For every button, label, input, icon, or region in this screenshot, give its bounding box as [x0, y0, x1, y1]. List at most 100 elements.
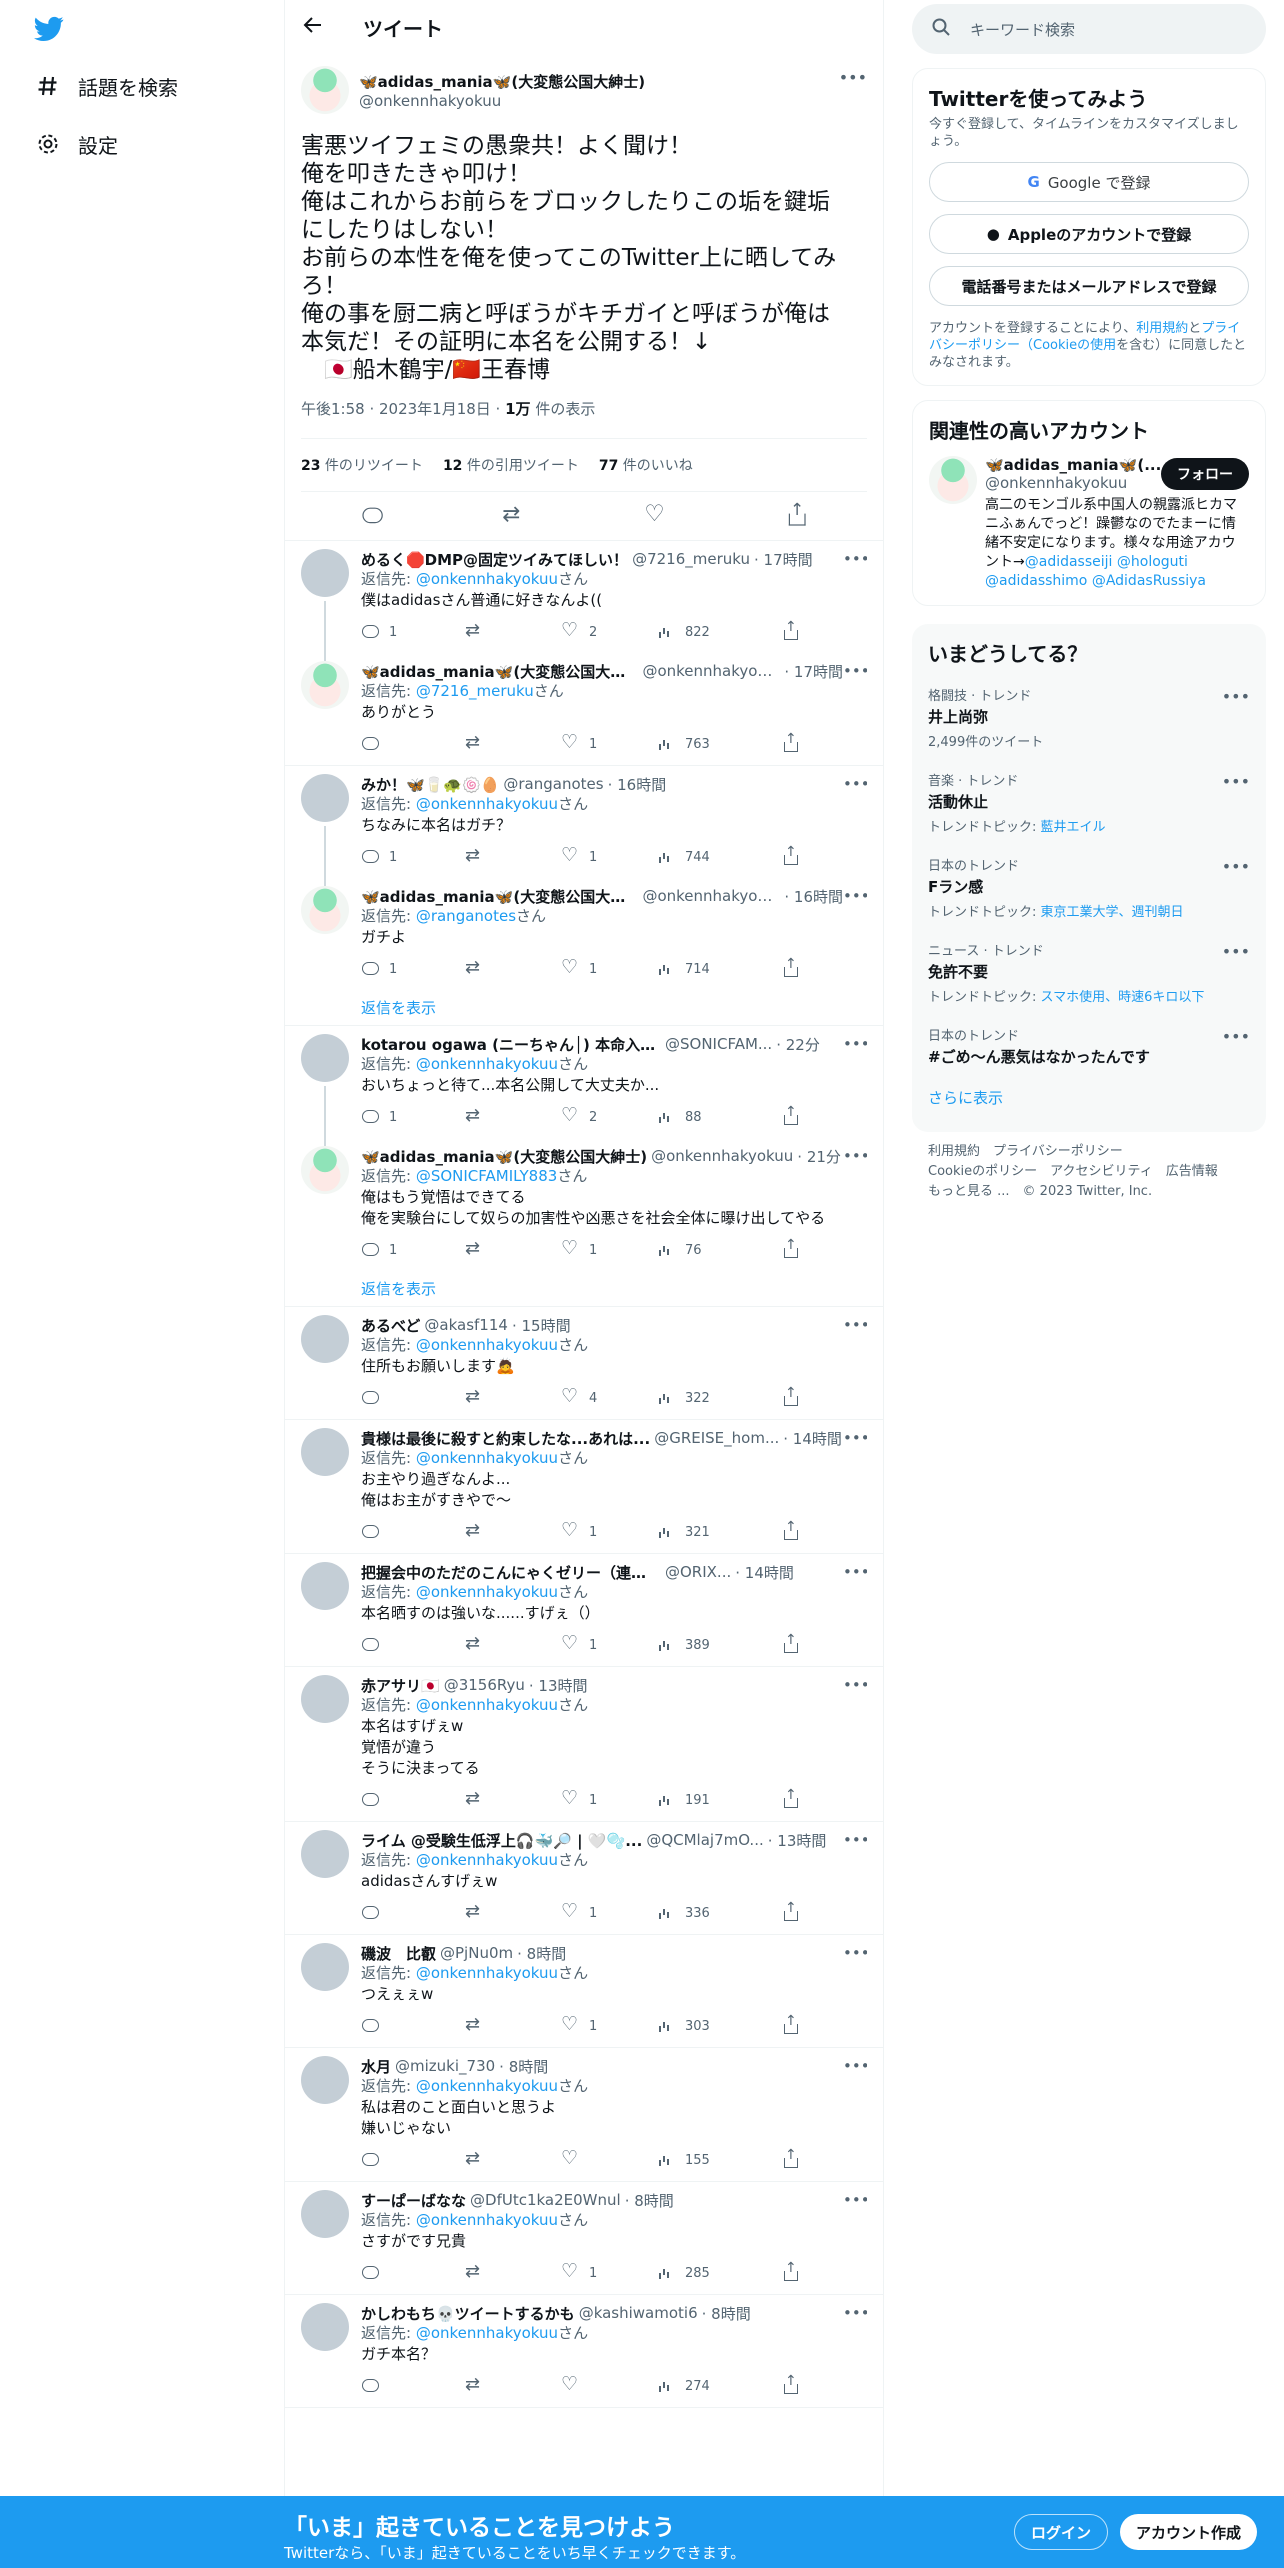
- retweet-button[interactable]: [465, 2014, 561, 2035]
- reply-time[interactable]: · 17時間: [754, 549, 813, 569]
- reply-button[interactable]: [361, 2151, 465, 2169]
- reply-author-handle[interactable]: @kashiwamoti6: [579, 2304, 698, 2322]
- views-button[interactable]: 285: [657, 2264, 781, 2282]
- like-icon[interactable]: [644, 500, 666, 526]
- like-button[interactable]: [561, 2373, 657, 2395]
- reply-author-handle[interactable]: @akasf114: [424, 1316, 508, 1334]
- login-button[interactable]: ログイン: [1014, 2514, 1109, 2550]
- trends-show-more[interactable]: さらに表示: [928, 1077, 1250, 1118]
- reply-author-name[interactable]: 水月: [361, 2056, 391, 2076]
- more-icon[interactable]: •••: [1222, 857, 1250, 876]
- show-replies-link[interactable]: 返信を表示: [285, 990, 883, 1026]
- avatar[interactable]: [301, 1830, 349, 1878]
- retweet-button[interactable]: [465, 2261, 561, 2282]
- reply-author-handle[interactable]: @ORIX...: [665, 1563, 731, 1581]
- reply-author-name[interactable]: 把握会中のただのこんにゃくゼリー（連敗街道...: [361, 1562, 661, 1582]
- views-button[interactable]: 155: [657, 2151, 781, 2169]
- retweet-button[interactable]: [465, 1520, 561, 1541]
- reply-button[interactable]: [361, 1523, 465, 1541]
- more-icon[interactable]: •••: [843, 662, 867, 680]
- reply-author-name[interactable]: すーぱーばなな: [361, 2190, 466, 2210]
- avatar[interactable]: [301, 1315, 349, 1363]
- reply-time[interactable]: · 13時間: [529, 1675, 588, 1695]
- apple-signup-button[interactable]: ● Appleのアカウントで登録: [929, 214, 1249, 254]
- trend-item[interactable]: 音楽 · トレンド 活動休止 トレンドトピック: 藍井エイル •••: [928, 760, 1250, 845]
- reply-button[interactable]: [361, 735, 465, 753]
- reply-to-handle[interactable]: @onkennhakyokuu: [416, 2077, 558, 2095]
- share-button[interactable]: [781, 1900, 799, 1922]
- reply-button[interactable]: 1: [361, 1241, 465, 1259]
- nav-settings[interactable]: 設定: [36, 124, 118, 164]
- views-button[interactable]: 321: [657, 1523, 781, 1541]
- reply-time[interactable]: · 13時間: [768, 1830, 827, 1850]
- reply-tweet[interactable]: kotarou ogawa (ニーちゃん│) 本命入試ま... @SONICFAM…: [285, 1026, 883, 1138]
- share-button[interactable]: [781, 956, 799, 978]
- footer-terms[interactable]: 利用規約: [928, 1144, 980, 1159]
- avatar[interactable]: [301, 2303, 349, 2351]
- share-icon[interactable]: [785, 500, 807, 527]
- reply-author-name[interactable]: 🦋adidas_mania🦋(大変態公国大紳士): [361, 1146, 647, 1166]
- avatar[interactable]: [301, 1675, 349, 1723]
- reply-author-handle[interactable]: @ranganotes: [503, 775, 603, 793]
- more-icon[interactable]: •••: [843, 1429, 867, 1447]
- search-input[interactable]: キーワード検索: [970, 19, 1075, 40]
- reply-author-handle[interactable]: @SONICFAM...: [665, 1035, 772, 1053]
- more-icon[interactable]: •••: [1222, 1027, 1250, 1046]
- search-box[interactable]: キーワード検索: [912, 4, 1266, 54]
- reply-author-name[interactable]: 貴様は最後に殺すと約束したな...あれは...: [361, 1428, 650, 1448]
- trend-item[interactable]: 日本のトレンド Fラン感 トレンドトピック: 東京工業大学、週刊朝日 •••: [928, 845, 1250, 930]
- share-button[interactable]: [781, 2013, 799, 2035]
- avatar[interactable]: [301, 661, 349, 709]
- reply-button[interactable]: 1: [361, 623, 465, 641]
- footer-accessibility[interactable]: アクセシビリティ: [1050, 1164, 1153, 1179]
- reply-to-handle[interactable]: @SONICFAMILY883: [416, 1167, 557, 1185]
- trend-item[interactable]: 日本のトレンド #ごめ〜ん悪気はなかったんです •••: [928, 1015, 1250, 1077]
- more-icon[interactable]: •••: [843, 2304, 867, 2322]
- avatar[interactable]: [301, 1428, 349, 1476]
- reply-to-handle[interactable]: @onkennhakyokuu: [416, 2324, 558, 2342]
- views-button[interactable]: 274: [657, 2377, 781, 2395]
- reply-time[interactable]: · 8時間: [499, 2056, 548, 2076]
- more-icon[interactable]: •••: [843, 887, 867, 905]
- retweet-button[interactable]: [465, 1901, 561, 1922]
- reply-button[interactable]: [361, 2017, 465, 2035]
- share-button[interactable]: [781, 2373, 799, 2395]
- reply-button[interactable]: 1: [361, 848, 465, 866]
- like-button[interactable]: 1: [561, 1632, 657, 1654]
- share-button[interactable]: [781, 731, 799, 753]
- twitter-logo-icon[interactable]: [34, 16, 64, 44]
- like-button[interactable]: 1: [561, 844, 657, 866]
- avatar[interactable]: [301, 886, 349, 934]
- trend-topic-link[interactable]: スマホ使用、時速6キロ以下: [1041, 990, 1205, 1005]
- reply-time[interactable]: · 16時間: [608, 774, 667, 794]
- like-button[interactable]: 1: [561, 1519, 657, 1541]
- retweets-stat[interactable]: 23 件のリツイート: [301, 455, 423, 475]
- reply-author-name[interactable]: kotarou ogawa (ニーちゃん│) 本命入試ま...: [361, 1034, 661, 1054]
- phone-signup-button[interactable]: 電話番号またはメールアドレスで登録: [929, 266, 1249, 306]
- follow-button[interactable]: フォロー: [1161, 458, 1249, 490]
- retweet-button[interactable]: [465, 957, 561, 978]
- reply-time[interactable]: · 14時間: [735, 1562, 794, 1582]
- reply-time[interactable]: · 15時間: [512, 1315, 571, 1335]
- avatar[interactable]: [301, 1146, 349, 1194]
- reply-tweet[interactable]: めるく🛑DMP@固定ツイみてほしい！ @7216_meruku · 17時間 ••• 返…: [285, 541, 883, 653]
- reply-author-handle[interactable]: @mizuki_730: [395, 2057, 495, 2075]
- reply-author-handle[interactable]: @3156Ryu: [444, 1676, 525, 1694]
- share-button[interactable]: [781, 1237, 799, 1259]
- like-button[interactable]: 1: [561, 2013, 657, 2035]
- reply-author-name[interactable]: 🦋adidas_mania🦋(大変態公国大紳士): [361, 661, 638, 681]
- reply-author-handle[interactable]: @GREISE_hom...: [654, 1429, 779, 1447]
- reply-button[interactable]: [361, 1791, 465, 1809]
- reply-time[interactable]: · 8時間: [517, 1943, 566, 1963]
- reply-time[interactable]: · 14時間: [783, 1428, 842, 1448]
- retweet-button[interactable]: [465, 1386, 561, 1407]
- views-button[interactable]: 744: [657, 848, 781, 866]
- reply-author-name[interactable]: かしわもち💀ツイートするかも: [361, 2303, 575, 2323]
- reply-tweet[interactable]: みか！🦋🥛🐢🍥🥚 @ranganotes · 16時間 ••• 返信先: @onkenn…: [285, 766, 883, 878]
- reply-tweet[interactable]: 水月 @mizuki_730 · 8時間 ••• 返信先: @onkennhakyoku…: [285, 2048, 883, 2182]
- google-signup-button[interactable]: G Google で登録: [929, 162, 1249, 202]
- more-icon[interactable]: •••: [843, 2191, 867, 2209]
- reply-to-handle[interactable]: @onkennhakyokuu: [416, 570, 558, 588]
- retweet-button[interactable]: [465, 1788, 561, 1809]
- retweet-button[interactable]: [465, 1633, 561, 1654]
